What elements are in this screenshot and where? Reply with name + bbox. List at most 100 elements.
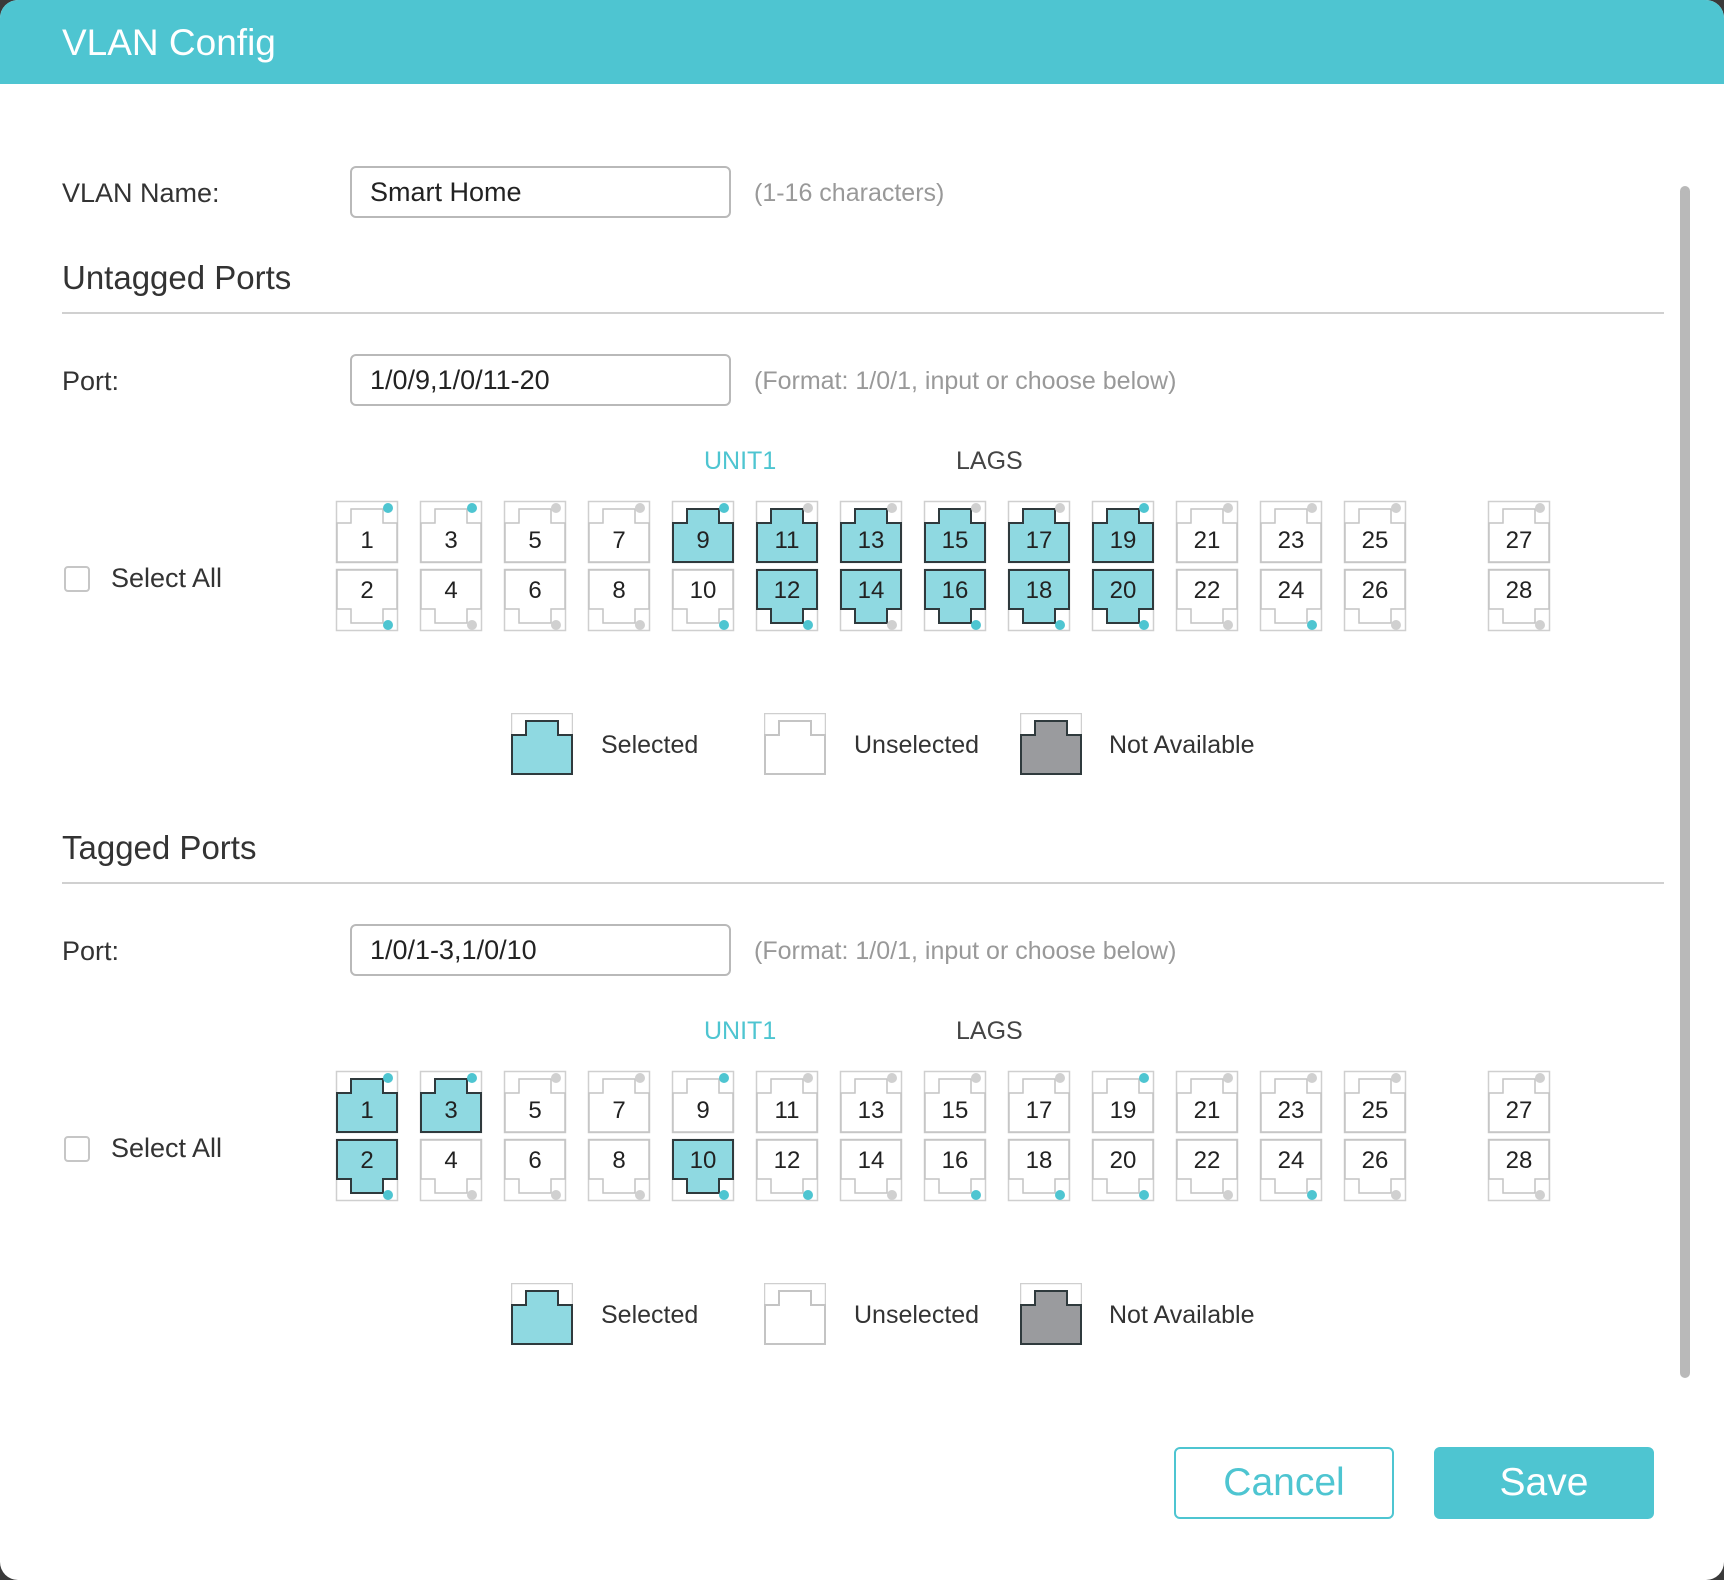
port-number-label: 20	[1109, 1147, 1137, 1174]
tagged-port-16[interactable]: 16	[923, 1138, 987, 1202]
untagged-port-27[interactable]: 27	[1487, 500, 1551, 564]
untagged-port-16[interactable]: 16	[923, 568, 987, 632]
untagged-port-12[interactable]: 12	[755, 568, 819, 632]
untagged-port-10[interactable]: 10	[671, 568, 735, 632]
untagged-port-20[interactable]: 20	[1091, 568, 1155, 632]
tagged-port-6[interactable]: 6	[503, 1138, 567, 1202]
untagged-port-26[interactable]: 26	[1343, 568, 1407, 632]
tagged-port-2[interactable]: 2	[335, 1138, 399, 1202]
untagged-port-7[interactable]: 7	[587, 500, 651, 564]
link-down-indicator	[1223, 1073, 1233, 1083]
untagged-port-13[interactable]: 13	[839, 500, 903, 564]
tagged-port-21[interactable]: 21	[1175, 1070, 1239, 1134]
vlan-name-input[interactable]	[350, 166, 731, 218]
untagged-port-19[interactable]: 19	[1091, 500, 1155, 564]
untagged-port-25[interactable]: 25	[1343, 500, 1407, 564]
untagged-port-1[interactable]: 1	[335, 500, 399, 564]
port-number-label: 22	[1193, 577, 1221, 604]
port-number-label: 7	[612, 527, 626, 554]
tagged-port-input[interactable]	[350, 924, 731, 976]
tagged-port-13[interactable]: 13	[839, 1070, 903, 1134]
tagged-port-24[interactable]: 24	[1259, 1138, 1323, 1202]
link-down-indicator	[1391, 1190, 1401, 1200]
tagged-port-7[interactable]: 7	[587, 1070, 651, 1134]
port-number-label: 16	[941, 577, 969, 604]
tagged-port-17[interactable]: 17	[1007, 1070, 1071, 1134]
tagged-port-27[interactable]: 27	[1487, 1070, 1551, 1134]
link-up-indicator	[383, 620, 393, 630]
untagged-port-28[interactable]: 28	[1487, 568, 1551, 632]
tagged-port-10[interactable]: 10	[671, 1138, 735, 1202]
tagged-port-4[interactable]: 4	[419, 1138, 483, 1202]
untagged-port-hint: (Format: 1/0/1, input or choose below)	[754, 367, 1177, 395]
tagged-port-12[interactable]: 12	[755, 1138, 819, 1202]
untagged-port-input[interactable]	[350, 354, 731, 406]
untagged-port-17[interactable]: 17	[1007, 500, 1071, 564]
untagged-port-4[interactable]: 4	[419, 568, 483, 632]
tagged-port-11[interactable]: 11	[755, 1070, 819, 1134]
untagged-select-all[interactable]: Select All	[64, 563, 222, 594]
untagged-port-9[interactable]: 9	[671, 500, 735, 564]
port-number-label: 20	[1109, 577, 1137, 604]
link-down-indicator	[551, 620, 561, 630]
link-down-indicator	[467, 620, 477, 630]
link-up-indicator	[1139, 503, 1149, 513]
cancel-button[interactable]: Cancel	[1174, 1447, 1394, 1519]
link-down-indicator	[1535, 1190, 1545, 1200]
untagged-port-11[interactable]: 11	[755, 500, 819, 564]
tagged-port-25[interactable]: 25	[1343, 1070, 1407, 1134]
untagged-select-all-checkbox[interactable]	[64, 565, 90, 592]
tagged-port-3[interactable]: 3	[419, 1070, 483, 1134]
tagged-port-26[interactable]: 26	[1343, 1138, 1407, 1202]
untagged-port-14[interactable]: 14	[839, 568, 903, 632]
untagged-port-24[interactable]: 24	[1259, 568, 1323, 632]
dialog-titlebar: VLAN Config	[0, 0, 1724, 84]
link-down-indicator	[803, 1073, 813, 1083]
tagged-port-20[interactable]: 20	[1091, 1138, 1155, 1202]
tagged-port-8[interactable]: 8	[587, 1138, 651, 1202]
link-up-indicator	[1139, 1190, 1149, 1200]
link-down-indicator	[887, 503, 897, 513]
untagged-port-5[interactable]: 5	[503, 500, 567, 564]
untagged-port-23[interactable]: 23	[1259, 500, 1323, 564]
untagged-port-8[interactable]: 8	[587, 568, 651, 632]
port-number-label: 22	[1193, 1147, 1221, 1174]
tagged-legend-selected	[510, 1282, 574, 1350]
untagged-port-3[interactable]: 3	[419, 500, 483, 564]
link-down-indicator	[1223, 1190, 1233, 1200]
tagged-port-18[interactable]: 18	[1007, 1138, 1071, 1202]
tagged-port-15[interactable]: 15	[923, 1070, 987, 1134]
tagged-port-19[interactable]: 19	[1091, 1070, 1155, 1134]
tagged-port-28[interactable]: 28	[1487, 1138, 1551, 1202]
scrollbar[interactable]	[1680, 186, 1690, 1378]
port-number-label: 9	[696, 527, 710, 554]
port-number-label: 5	[528, 1097, 542, 1124]
link-up-indicator	[719, 620, 729, 630]
tagged-port-23[interactable]: 23	[1259, 1070, 1323, 1134]
link-up-indicator	[719, 1073, 729, 1083]
untagged-port-22[interactable]: 22	[1175, 568, 1239, 632]
tagged-port-9[interactable]: 9	[671, 1070, 735, 1134]
untagged-unit-label: UNIT1	[704, 447, 777, 475]
port-number-label: 17	[1025, 1097, 1053, 1124]
untagged-port-21[interactable]: 21	[1175, 500, 1239, 564]
untagged-port-2[interactable]: 2	[335, 568, 399, 632]
link-down-indicator	[1307, 503, 1317, 513]
untagged-port-6[interactable]: 6	[503, 568, 567, 632]
tagged-port-22[interactable]: 22	[1175, 1138, 1239, 1202]
untagged-port-18[interactable]: 18	[1007, 568, 1071, 632]
legend-selected-icon	[510, 1282, 574, 1346]
link-down-indicator	[971, 503, 981, 513]
tagged-port-5[interactable]: 5	[503, 1070, 567, 1134]
tagged-port-1[interactable]: 1	[335, 1070, 399, 1134]
untagged-port-15[interactable]: 15	[923, 500, 987, 564]
port-number-label: 24	[1277, 1147, 1305, 1174]
link-up-indicator	[1055, 620, 1065, 630]
link-up-indicator	[1139, 1073, 1149, 1083]
tagged-port-14[interactable]: 14	[839, 1138, 903, 1202]
tagged-select-all[interactable]: Select All	[64, 1133, 222, 1164]
save-button[interactable]: Save	[1434, 1447, 1654, 1519]
untagged-port-label: Port:	[62, 366, 120, 396]
tagged-select-all-checkbox[interactable]	[64, 1135, 90, 1162]
tagged-legend-selected-label: Selected	[601, 1301, 699, 1329]
